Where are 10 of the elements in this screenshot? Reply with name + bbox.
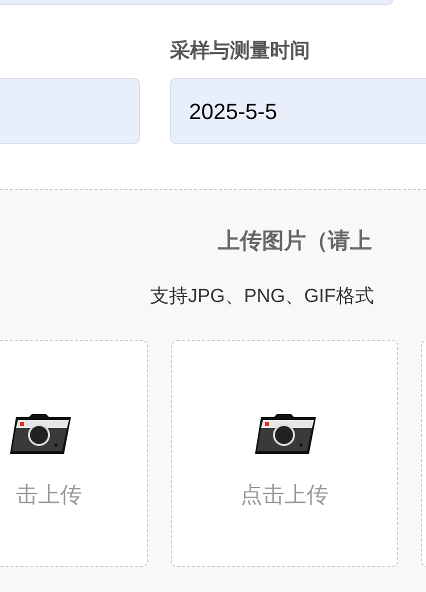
upload-label: 击上传 xyxy=(16,481,82,509)
date-field[interactable]: 2025-5-5 xyxy=(170,78,426,144)
upload-title: 上传图片（请上 xyxy=(218,227,373,255)
format-hint: 支持JPG、PNG、GIF格式 xyxy=(150,285,375,309)
camera-icon xyxy=(8,414,71,456)
field-label: 采样与测量时间 xyxy=(170,39,311,64)
upload-card[interactable]: 击上传 xyxy=(0,340,148,567)
upload-card[interactable]: 点击上传 xyxy=(171,340,398,567)
upload-label: 点击上传 xyxy=(240,481,328,509)
camera-icon xyxy=(253,414,316,456)
